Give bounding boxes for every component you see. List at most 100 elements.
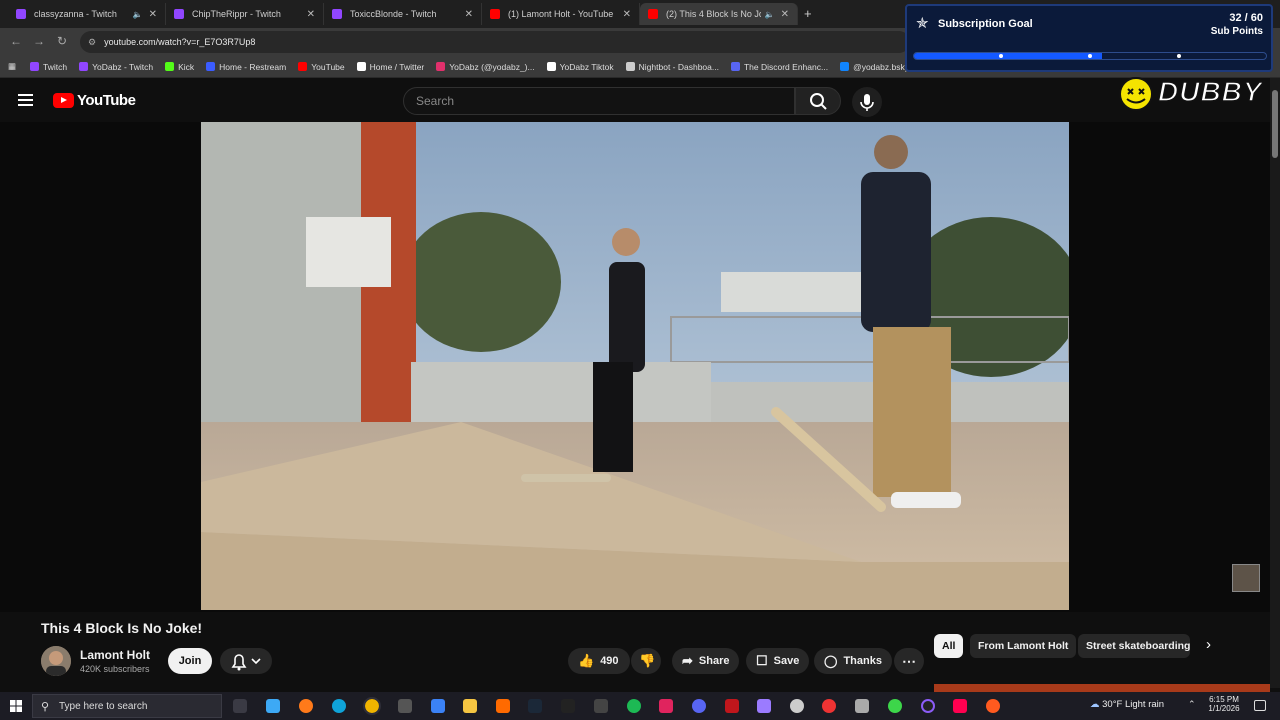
page-scrollbar[interactable] <box>1270 78 1280 688</box>
search-input[interactable]: Search <box>403 87 795 115</box>
youtube-header: YouTube Search <box>0 78 1280 122</box>
scrollbar-thumb[interactable] <box>1272 90 1278 158</box>
notification-center-icon[interactable] <box>1254 700 1266 711</box>
bookmark-label: Home / Twitter <box>369 61 425 72</box>
join-button[interactable]: Join <box>168 648 212 674</box>
chip-street-skateboarding[interactable]: Street skateboarding <box>1078 634 1190 658</box>
kick-icon <box>165 62 175 71</box>
dislike-button[interactable]: 👎 <box>631 648 661 674</box>
voice-search-button[interactable] <box>852 87 882 117</box>
weather-widget[interactable]: ☁ 30°F Light rain <box>1090 699 1164 710</box>
close-tab-icon[interactable]: ✕ <box>149 9 157 20</box>
notification-bell-button[interactable] <box>220 648 272 674</box>
task-view-icon[interactable] <box>233 699 247 713</box>
browser-tab[interactable]: ChipTheRippr - Twitch ✕ <box>166 3 324 25</box>
video-frame <box>201 122 1069 610</box>
browser-tab-active[interactable]: (2) This 4 Block Is No Joke! 🔈 ✕ <box>640 3 798 25</box>
browser-tab[interactable]: ToxiccBlonde - Twitch ✕ <box>324 3 482 25</box>
apps-grid-icon[interactable]: ▦ <box>8 61 16 72</box>
app-icon[interactable] <box>986 699 1000 713</box>
chip-from-channel[interactable]: From Lamont Holt <box>970 634 1077 658</box>
reload-icon[interactable]: ↻ <box>57 34 67 48</box>
windows-start-icon[interactable] <box>10 700 22 712</box>
bookmark-item[interactable]: Home / Twitter <box>356 61 425 72</box>
chevron-right-icon[interactable]: › <box>1206 636 1211 653</box>
settings-gear-icon[interactable] <box>790 699 804 713</box>
speaker-icon[interactable]: 🔈 <box>765 10 775 19</box>
tray-chevron-up-icon[interactable]: ⌃ <box>1188 699 1196 710</box>
edge-icon[interactable] <box>332 699 346 713</box>
bookmark-item[interactable]: Twitch <box>30 62 67 72</box>
app-icon[interactable] <box>431 699 445 713</box>
close-tab-icon[interactable]: ✕ <box>781 9 789 20</box>
more-actions-button[interactable]: ⋯ <box>894 648 924 674</box>
app-icon[interactable] <box>757 699 771 713</box>
spotify-icon[interactable] <box>627 699 641 713</box>
thanks-label: Thanks <box>843 655 882 667</box>
new-tab-icon[interactable]: + <box>804 6 812 21</box>
app-icon[interactable] <box>594 699 608 713</box>
firefox-icon[interactable] <box>299 699 313 713</box>
browser-tab[interactable]: (1) Lamont Holt - YouTube ✕ <box>482 3 640 25</box>
tab-label: classyzanna - Twitch <box>34 9 117 19</box>
app-icon[interactable] <box>725 699 739 713</box>
close-tab-icon[interactable]: ✕ <box>307 9 315 20</box>
taskbar: ⚲ Type here to search ☁ 30°F Light rain … <box>0 692 1280 720</box>
goal-milestone-marker <box>999 54 1003 58</box>
more-horizontal-icon: ⋯ <box>902 652 916 669</box>
app-icon[interactable] <box>822 699 836 713</box>
app-icon[interactable] <box>659 699 673 713</box>
save-button[interactable]: ☐ Save <box>746 648 810 674</box>
bookmark-icon: ☐ <box>756 653 768 668</box>
address-bar[interactable]: ⚙ youtube.com/watch?v=r_E7O3R7Up8 <box>80 31 910 53</box>
hamburger-menu-icon[interactable] <box>18 94 33 106</box>
app-icon[interactable] <box>888 699 902 713</box>
forward-icon[interactable]: → <box>33 34 45 48</box>
tiktok-icon[interactable] <box>953 699 967 713</box>
star-icon: ✯ <box>916 15 929 32</box>
video-player[interactable] <box>201 122 1069 610</box>
twitch-icon <box>30 62 40 71</box>
app-icon[interactable] <box>496 699 510 713</box>
bookmark-item[interactable]: YoDabz (@yodabz_)... <box>436 62 535 72</box>
speaker-icon[interactable]: 🔈 <box>133 10 143 19</box>
site-info-icon[interactable]: ⚙ <box>88 37 96 48</box>
chip-all[interactable]: All <box>934 634 964 658</box>
close-tab-icon[interactable]: ✕ <box>465 9 473 20</box>
close-tab-icon[interactable]: ✕ <box>623 9 631 20</box>
channel-name[interactable]: Lamont Holt <box>80 648 150 662</box>
share-button[interactable]: ➦ Share <box>672 648 740 674</box>
bookmark-label: YoDabz Tiktok <box>559 61 614 72</box>
browser-tab[interactable]: classyzanna - Twitch 🔈 ✕ <box>8 3 166 25</box>
bookmark-item[interactable]: Home - Restream <box>206 62 286 72</box>
like-button[interactable]: 👍 490 <box>568 648 630 674</box>
bookmark-item[interactable]: Kick <box>165 62 194 72</box>
channel-watermark-avatar[interactable] <box>1232 564 1260 592</box>
bookmark-item[interactable]: YouTube <box>298 62 345 72</box>
bookmark-item[interactable]: YoDabz Tiktok <box>546 61 614 72</box>
recommended-thumbnail[interactable] <box>934 684 1270 692</box>
discord-icon[interactable] <box>692 699 706 713</box>
thanks-button[interactable]: ◯ Thanks <box>814 648 892 674</box>
steam-icon[interactable] <box>528 699 542 713</box>
app-icon[interactable] <box>855 699 869 713</box>
bookmark-item[interactable]: The Discord Enhanc... <box>730 62 828 72</box>
youtube-logo[interactable]: YouTube <box>53 92 136 109</box>
obs-icon[interactable] <box>398 699 412 713</box>
bookmark-item[interactable]: YoDabz - Twitch <box>79 62 153 72</box>
chrome-icon[interactable] <box>363 697 381 715</box>
search-button[interactable] <box>795 87 841 115</box>
copilot-icon[interactable] <box>266 699 280 713</box>
taskbar-search-input[interactable]: ⚲ Type here to search <box>32 694 222 718</box>
file-explorer-icon[interactable] <box>463 699 477 713</box>
clock[interactable]: 6:15 PM 1/1/2026 <box>1202 695 1246 713</box>
bookmark-item[interactable]: Nightbot - Dashboa... <box>625 62 719 72</box>
thumbs-up-icon: 👍 <box>578 653 595 668</box>
epic-games-icon[interactable] <box>561 699 575 713</box>
channel-avatar[interactable] <box>41 646 71 676</box>
app-icon[interactable] <box>921 699 935 713</box>
chevron-down-icon <box>251 658 261 665</box>
microphone-icon <box>860 94 874 111</box>
back-icon[interactable]: ← <box>10 34 22 48</box>
tab-label: (1) Lamont Holt - YouTube <box>508 9 614 19</box>
